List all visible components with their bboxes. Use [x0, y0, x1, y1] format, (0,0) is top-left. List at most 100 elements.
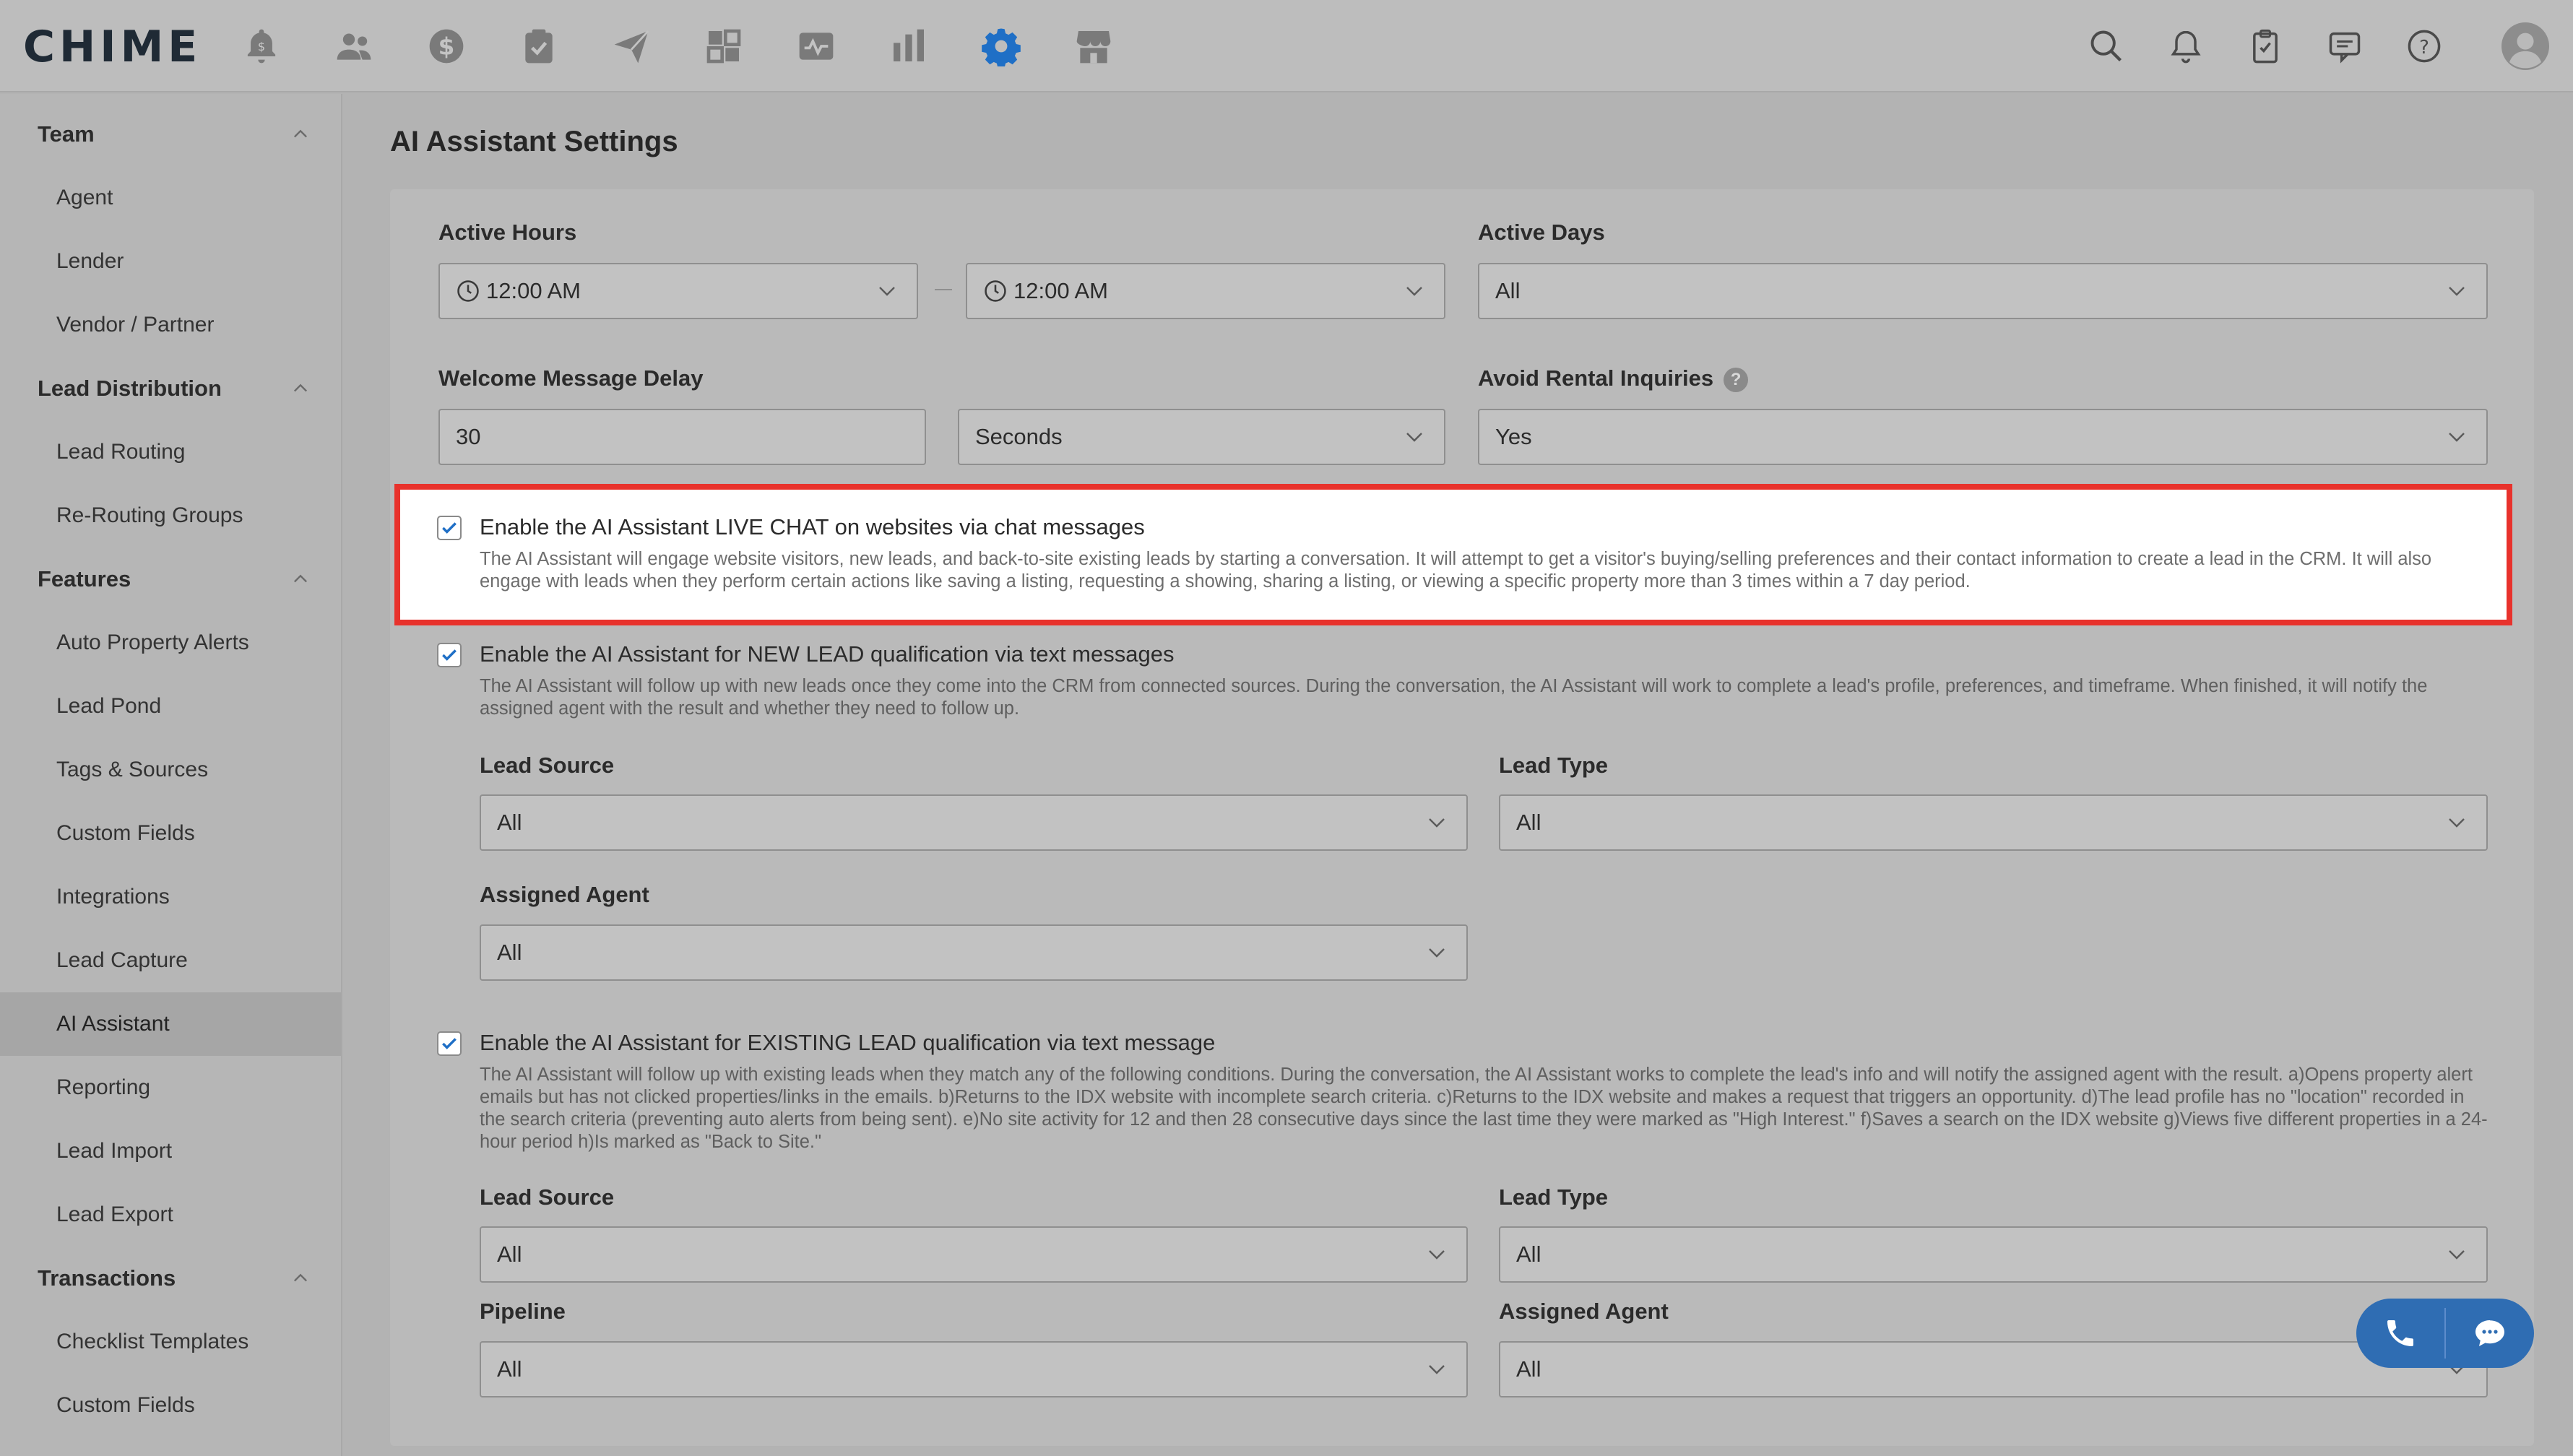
checkmark-icon [442, 522, 457, 534]
new-lead-checkbox[interactable] [437, 643, 462, 667]
live-chat-checkbox[interactable] [437, 516, 462, 540]
active-days-value: All [1495, 278, 1521, 303]
task-clipboard-icon[interactable] [2244, 25, 2287, 68]
new-lead-type-select[interactable]: All [1499, 794, 2488, 851]
sidebar-item-vendor-partner[interactable]: Vendor / Partner [0, 293, 341, 357]
sidebar-item-lender[interactable]: Lender [0, 230, 341, 293]
sidebar-item-checklist-templates[interactable]: Checklist Templates [0, 1310, 341, 1374]
sidebar-section-team[interactable]: Team [0, 103, 341, 166]
new-lead-type-value: All [1516, 810, 1541, 835]
sidebar-section-transactions[interactable]: Transactions [0, 1247, 341, 1310]
existing-lead-source-value: All [497, 1242, 522, 1267]
avatar[interactable] [2501, 22, 2550, 71]
new-lead-type-label: Lead Type [1499, 753, 1609, 778]
clock-icon [457, 280, 479, 302]
dollar-icon[interactable]: $ [423, 23, 470, 69]
chat-icon [2475, 1320, 2504, 1346]
sidebar-item-ai-assistant[interactable]: AI Assistant [0, 992, 341, 1056]
section-title: Features [38, 566, 131, 592]
active-days-select[interactable]: All [1478, 263, 2488, 319]
chevron-up-icon [294, 129, 307, 138]
chat-button[interactable] [2446, 1299, 2534, 1368]
existing-lead-source-select[interactable]: All [480, 1226, 1468, 1283]
existing-lead-checkbox[interactable] [437, 1031, 462, 1056]
activity-icon[interactable] [793, 23, 839, 69]
avoid-rental-value: Yes [1495, 424, 1532, 449]
chevron-down-icon [879, 287, 895, 296]
chevron-down-icon [1429, 1365, 1445, 1374]
existing-lead-type-select[interactable]: All [1499, 1226, 2488, 1283]
new-lead-agent-select[interactable]: All [480, 924, 1468, 981]
new-lead-title: Enable the AI Assistant for NEW LEAD qua… [480, 641, 1175, 667]
message-icon[interactable] [2323, 25, 2366, 68]
contact-fab [2356, 1299, 2534, 1368]
help-icon[interactable]: ? [2403, 25, 2446, 68]
chevron-down-icon [2449, 287, 2465, 296]
sidebar-item-custom-fields[interactable]: Custom Fields [0, 802, 341, 865]
sidebar-item-lead-export[interactable]: Lead Export [0, 1183, 341, 1247]
active-hours-end-select[interactable]: 12:00 AM [966, 263, 1445, 319]
notification-bell-icon[interactable] [2164, 25, 2207, 68]
existing-lead-type-value: All [1516, 1242, 1541, 1267]
sidebar-item-agent[interactable]: Agent [0, 166, 341, 230]
sidebar-item-lead-pond[interactable]: Lead Pond [0, 675, 341, 738]
time-range-separator [935, 289, 952, 290]
top-navbar: CHIME $ $ ? [0, 0, 2573, 92]
active-hours-start-select[interactable]: 12:00 AM [438, 263, 918, 319]
chime-logo[interactable]: CHIME [23, 22, 202, 72]
search-icon[interactable] [2085, 25, 2128, 68]
send-icon[interactable] [608, 23, 654, 69]
sidebar-item-lead-import[interactable]: Lead Import [0, 1119, 341, 1183]
live-chat-title: Enable the AI Assistant LIVE CHAT on web… [480, 514, 1145, 540]
clock-icon [985, 280, 1006, 302]
section-title: Transactions [38, 1265, 176, 1291]
chevron-down-icon [2449, 1250, 2465, 1260]
chevron-down-icon [1429, 948, 1445, 958]
section-title: Team [38, 121, 95, 147]
section-title: Lead Distribution [38, 376, 222, 401]
gear-icon[interactable] [978, 23, 1024, 69]
settings-sidebar: Team Agent Lender Vendor / Partner Lead … [0, 94, 342, 1456]
avoid-rental-label: Avoid Rental Inquiries? [1478, 365, 1749, 392]
svg-text:$: $ [258, 40, 265, 53]
new-lead-agent-label: Assigned Agent [480, 882, 649, 907]
sidebar-section-lead-distribution[interactable]: Lead Distribution [0, 357, 341, 420]
existing-lead-pipeline-select[interactable]: All [480, 1341, 1468, 1398]
checkmark-icon [442, 1038, 457, 1049]
existing-lead-pipeline-value: All [497, 1356, 522, 1382]
sidebar-item-auto-property-alerts[interactable]: Auto Property Alerts [0, 611, 341, 675]
bar-chart-icon[interactable] [886, 23, 932, 69]
existing-lead-source-label: Lead Source [480, 1184, 615, 1210]
clipboard-check-icon[interactable] [516, 23, 562, 69]
avoid-rental-select[interactable]: Yes [1478, 409, 2488, 465]
chevron-down-icon [1406, 287, 1422, 296]
people-icon[interactable] [331, 23, 377, 69]
sidebar-item-re-routing-groups[interactable]: Re-Routing Groups [0, 484, 341, 547]
store-icon[interactable] [1071, 23, 1117, 69]
existing-lead-agent-label: Assigned Agent [1499, 1299, 1669, 1324]
sidebar-item-lead-capture[interactable]: Lead Capture [0, 929, 341, 992]
sidebar-item-integrations[interactable]: Integrations [0, 865, 341, 929]
welcome-delay-unit-value: Seconds [975, 424, 1063, 449]
new-lead-description: The AI Assistant will follow up with new… [480, 676, 2428, 719]
sidebar-item-tags-sources[interactable]: Tags & Sources [0, 738, 341, 802]
welcome-delay-label: Welcome Message Delay [438, 365, 704, 391]
chevron-down-icon [2449, 818, 2465, 828]
sidebar-item-reporting[interactable]: Reporting [0, 1056, 341, 1119]
sidebar-item-transaction-custom-fields[interactable]: Custom Fields [0, 1374, 341, 1437]
page-title: AI Assistant Settings [390, 126, 678, 157]
existing-lead-title: Enable the AI Assistant for EXISTING LEA… [480, 1030, 1216, 1055]
bell-dollar-icon[interactable]: $ [238, 23, 285, 69]
welcome-delay-unit-select[interactable]: Seconds [958, 409, 1445, 465]
existing-lead-agent-select[interactable]: All [1499, 1341, 2488, 1398]
help-icon[interactable]: ? [1724, 367, 1749, 392]
sidebar-section-features[interactable]: Features [0, 547, 341, 611]
phone-button[interactable] [2356, 1299, 2444, 1368]
svg-text:?: ? [2419, 37, 2429, 58]
existing-lead-agent-value: All [1516, 1356, 1541, 1382]
sidebar-item-lead-routing[interactable]: Lead Routing [0, 420, 341, 484]
active-hours-label: Active Hours [438, 220, 577, 245]
welcome-delay-input[interactable]: 30 [438, 409, 926, 465]
new-lead-source-select[interactable]: All [480, 794, 1468, 851]
dashboard-icon[interactable] [701, 23, 747, 69]
